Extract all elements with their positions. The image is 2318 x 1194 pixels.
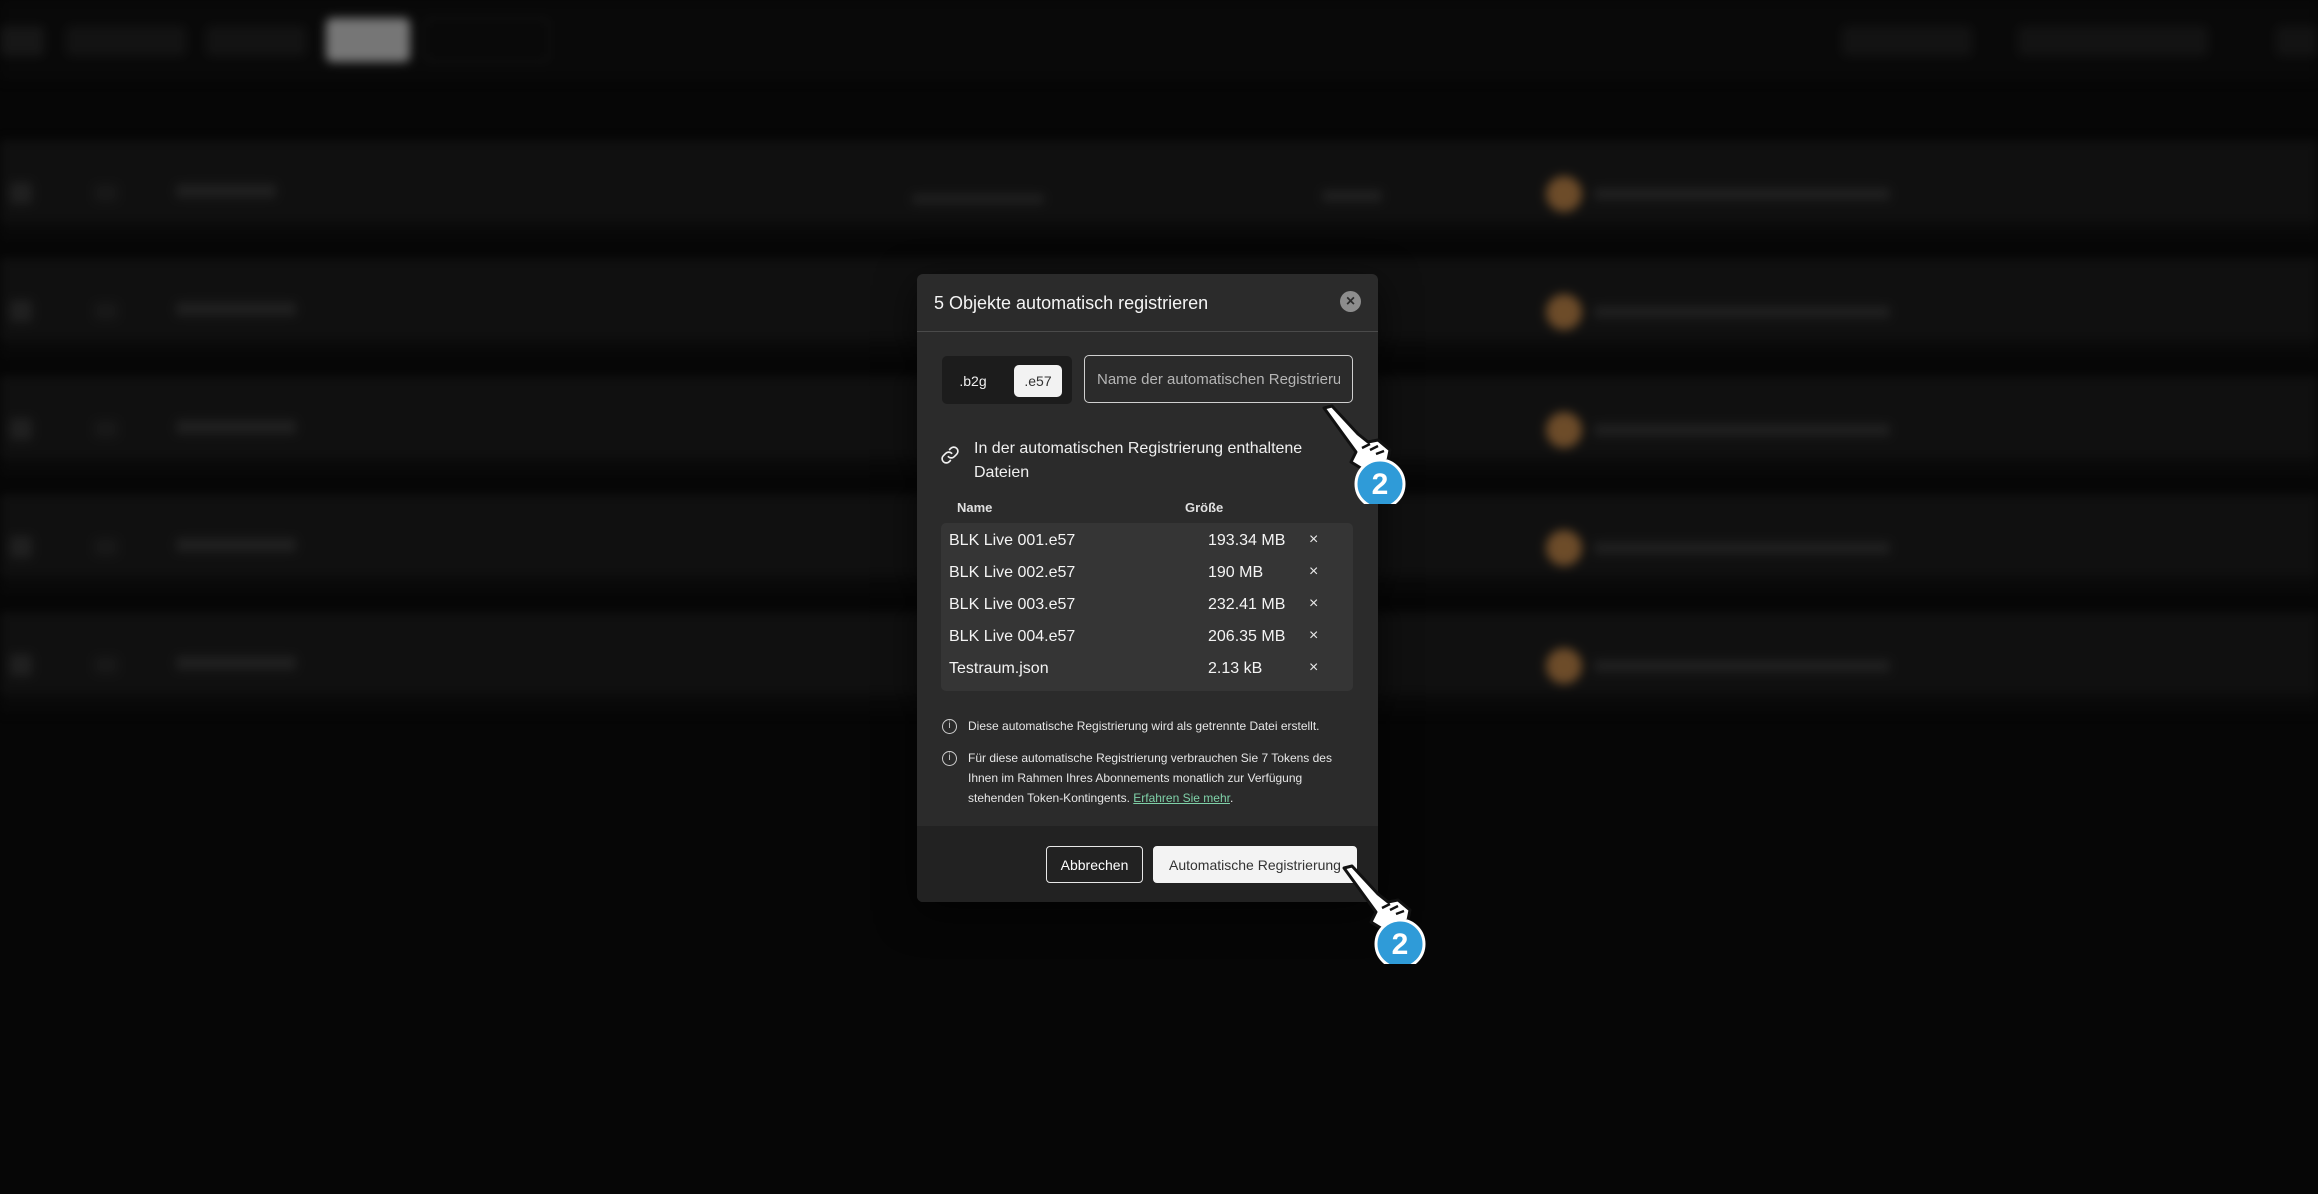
files-table: BLK Live 001.e57 193.34 MB × BLK Live 00… [941, 523, 1353, 691]
close-icon: × [1345, 292, 1356, 310]
table-row: BLK Live 003.e57 232.41 MB × [941, 589, 1353, 621]
auto-register-button[interactable]: Automatische Registrierung [1153, 846, 1357, 883]
table-row: BLK Live 002.e57 190 MB × [941, 557, 1353, 589]
file-name: BLK Live 001.e57 [949, 532, 1076, 549]
info-text: Diese automatische Registrierung wird al… [968, 719, 1320, 733]
remove-file-icon[interactable]: × [1309, 563, 1318, 581]
cancel-button[interactable]: Abbrechen [1046, 846, 1143, 883]
registration-name-input[interactable] [1084, 355, 1353, 403]
dialog-header: 5 Objekte automatisch registrieren × [917, 274, 1378, 332]
info-text: Für diese automatische Registrierung ver… [968, 748, 1342, 808]
pointing-hand-icon: 2 [1322, 404, 1406, 504]
close-button[interactable]: × [1340, 291, 1361, 312]
dialog-footer: Abbrechen Automatische Registrierung [917, 826, 1378, 902]
remove-file-icon[interactable]: × [1309, 531, 1318, 549]
type-option-e57[interactable]: .e57 [1014, 365, 1062, 397]
step-number: 2 [1372, 468, 1389, 501]
remove-file-icon[interactable]: × [1309, 659, 1318, 677]
info-token-end: . [1229, 791, 1234, 805]
file-size: 2.13 kB [1208, 660, 1263, 677]
remove-file-icon[interactable]: × [1309, 595, 1318, 613]
file-name: BLK Live 004.e57 [949, 628, 1076, 645]
file-name: Testraum.json [949, 660, 1049, 677]
auto-registration-dialog: 5 Objekte automatisch registrieren × .b2… [917, 274, 1378, 902]
column-header-size: Größe [1185, 500, 1224, 515]
remove-file-icon[interactable]: × [1309, 627, 1318, 645]
info-icon: i [942, 719, 957, 734]
step-number: 2 [1392, 928, 1409, 961]
pointing-hand-icon: 2 [1342, 864, 1426, 964]
link-icon [941, 446, 959, 464]
table-row: BLK Live 004.e57 206.35 MB × [941, 621, 1353, 653]
info-token-usage: i Für diese automatische Registrierung v… [942, 748, 1342, 808]
table-row: Testraum.json 2.13 kB × [941, 653, 1353, 685]
file-name: BLK Live 003.e57 [949, 596, 1076, 613]
section-title: In der automatischen Registrierung entha… [974, 440, 1303, 481]
file-size: 190 MB [1208, 564, 1264, 581]
info-icon: i [942, 751, 957, 766]
dialog-title: 5 Objekte automatisch registrieren [934, 293, 1209, 313]
file-name: BLK Live 002.e57 [949, 564, 1076, 581]
file-size: 232.41 MB [1208, 596, 1286, 613]
info-separate-file: i Diese automatische Registrierung wird … [942, 716, 1342, 736]
type-option-b2g[interactable]: .b2g [950, 365, 996, 397]
table-row: BLK Live 001.e57 193.34 MB × [941, 525, 1353, 557]
file-type-toggle: .b2g .e57 [942, 356, 1072, 404]
column-header-name: Name [957, 500, 993, 515]
file-size: 193.34 MB [1208, 532, 1286, 549]
learn-more-link[interactable]: Erfahren Sie mehr [1133, 791, 1230, 805]
file-size: 206.35 MB [1208, 628, 1286, 645]
